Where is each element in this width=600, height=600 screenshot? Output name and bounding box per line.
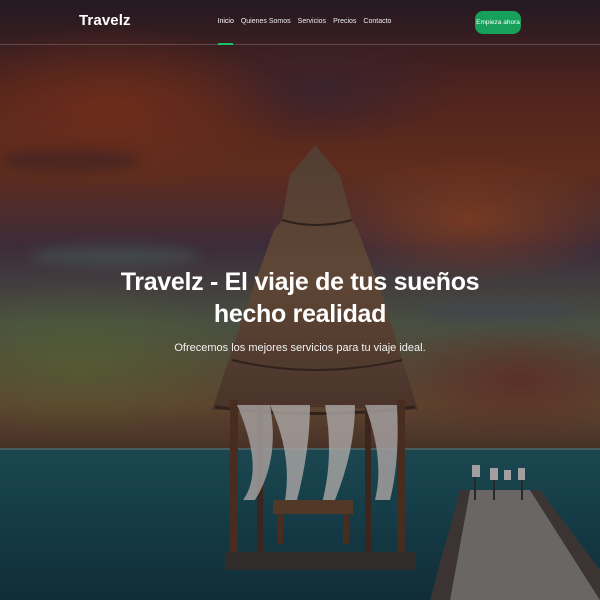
nav-item-quienes-somos[interactable]: Quienes Somos	[237, 0, 294, 44]
nav-item-precios[interactable]: Precios	[330, 0, 360, 44]
nav-item-inicio[interactable]: Inicio	[214, 0, 237, 45]
get-started-button[interactable]: Empieza ahora	[475, 11, 521, 34]
main-nav: Inicio Quienes Somos Servicios Precios C…	[214, 0, 395, 45]
hero-section: Travelz - El viaje de tus sueños hecho r…	[100, 266, 500, 355]
brand-logo[interactable]: Travelz	[79, 12, 131, 29]
hero-subtitle: Ofrecemos los mejores servicios para tu …	[174, 342, 426, 354]
nav-item-servicios[interactable]: Servicios	[294, 0, 329, 44]
nav-item-contacto[interactable]: Contacto	[360, 0, 395, 44]
navbar: Travelz Inicio Quienes Somos Servicios P…	[0, 0, 600, 45]
hero-title: Travelz - El viaje de tus sueños hecho r…	[120, 268, 480, 328]
landing-page: Travelz Inicio Quienes Somos Servicios P…	[0, 0, 600, 600]
